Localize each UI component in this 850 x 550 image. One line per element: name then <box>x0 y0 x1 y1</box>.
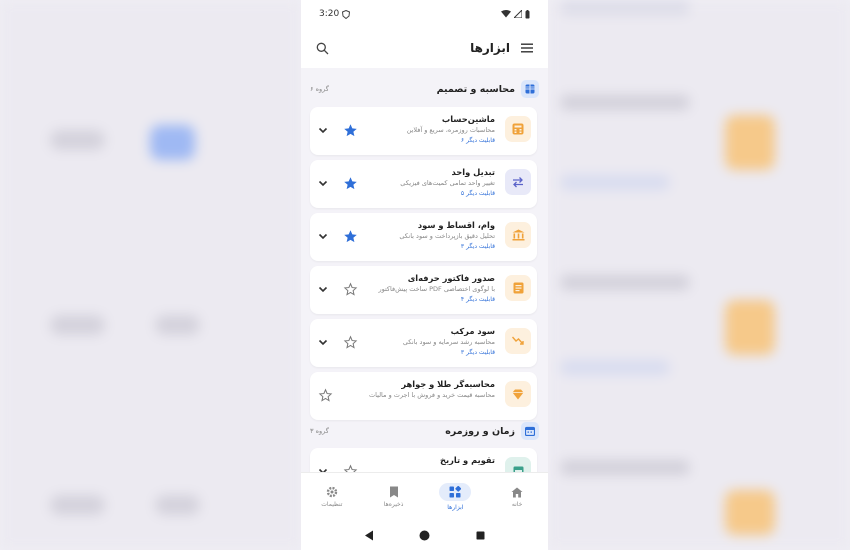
nav-settings[interactable]: تنظیمات <box>307 486 357 508</box>
nav-label: ابزارها <box>447 504 464 511</box>
tool-title: صدور فاکتور حرفه‌ای <box>407 273 495 283</box>
bank-icon <box>505 222 531 248</box>
calculator-icon <box>505 116 531 142</box>
vpn-shield-icon <box>342 9 351 19</box>
back-icon[interactable] <box>364 530 374 541</box>
menu-icon <box>521 43 533 53</box>
tool-card-unit-converter[interactable]: تبدیل واحد تغییر واحد تمامی کمیت‌های فیز… <box>310 160 537 208</box>
section-header-time[interactable]: ۳ گروه زمان و روزمره <box>301 417 548 445</box>
calendar-icon <box>505 457 531 472</box>
menu-button[interactable] <box>518 39 536 57</box>
status-time: 3:20 <box>319 9 340 19</box>
swap-icon <box>505 169 531 195</box>
tool-more: ۴ قابلیت دیگر <box>460 296 495 303</box>
tool-title: وام، اقساط و سود <box>417 220 495 230</box>
tool-description: محاسبه رشد سرمایه و سود بانکی <box>402 338 495 346</box>
tool-title: ماشین‌حساب <box>441 114 495 124</box>
tool-more: ۳ قابلیت دیگر <box>460 349 495 356</box>
tools-list: ۶ گروه محاسبه و تصمیم ماشین‌حساب محاسبات… <box>301 68 548 472</box>
section-title: محاسبه و تصمیم <box>436 83 515 95</box>
signal-icon <box>514 10 522 18</box>
chevron-down-icon[interactable] <box>317 465 329 472</box>
nav-label: ذخیره‌ها <box>383 501 404 508</box>
tool-more: ۶ قابلیت دیگر <box>460 137 495 144</box>
tool-card-invoice[interactable]: صدور فاکتور حرفه‌ای ساخت پیش‌فاکتور PDF … <box>310 266 537 314</box>
phone-screen: 3:20 ابزارها ۶ گروه محاسبه و تصمیم ماشین… <box>301 0 548 550</box>
bookmark-icon <box>389 486 398 498</box>
section-count: ۶ گروه <box>310 85 329 93</box>
tool-title: محاسبه‌گر طلا و جواهر <box>401 379 495 389</box>
tool-title: تبدیل واحد <box>451 167 495 177</box>
page-title: ابزارها <box>470 41 510 55</box>
battery-icon <box>525 9 530 18</box>
system-navigation-bar <box>301 520 548 550</box>
invoice-icon <box>505 275 531 301</box>
tool-card-gold-calculator[interactable]: محاسبه‌گر طلا و جواهر محاسبه قیمت خرید و… <box>310 372 537 420</box>
tool-description: محاسبه قیمت خرید و فروش با اجرت و مالیات <box>369 391 495 399</box>
nav-home[interactable]: خانه <box>492 487 542 508</box>
calendar-icon <box>521 422 539 440</box>
gear-icon <box>326 486 338 498</box>
chevron-down-icon[interactable] <box>317 283 329 295</box>
tool-more: ۳ قابلیت دیگر <box>460 243 495 250</box>
search-icon <box>316 42 328 54</box>
tool-description: محاسبات روزمره، سریع و آفلاین <box>406 126 495 134</box>
widgets-icon <box>449 486 462 498</box>
wifi-icon <box>501 10 511 18</box>
home-circle-icon[interactable] <box>419 530 430 541</box>
tool-card-compound-interest[interactable]: سود مرکب محاسبه رشد سرمایه و سود بانکی ۳… <box>310 319 537 367</box>
search-button[interactable] <box>313 39 331 57</box>
tool-more: ۵ قابلیت دیگر <box>460 190 495 197</box>
section-header-calc[interactable]: ۶ گروه محاسبه و تصمیم <box>301 75 548 103</box>
status-bar: 3:20 <box>301 0 548 28</box>
chevron-down-icon[interactable] <box>317 230 329 242</box>
trend-icon <box>505 328 531 354</box>
tool-card-calendar[interactable]: تقویم و تاریخ <box>310 448 537 472</box>
tool-title: سود مرکب <box>450 326 495 336</box>
home-icon <box>511 487 523 497</box>
nav-tools[interactable]: ابزارها <box>430 483 480 511</box>
chevron-down-icon[interactable] <box>317 336 329 348</box>
nav-saved[interactable]: ذخیره‌ها <box>369 486 419 508</box>
chevron-down-icon[interactable] <box>317 124 329 136</box>
section-title: زمان و روزمره <box>445 425 515 437</box>
bottom-navigation: تنظیمات ذخیره‌ها ابزارها خانه <box>301 472 548 521</box>
app-bar: ابزارها <box>301 28 548 68</box>
tool-description: تغییر واحد تمامی کمیت‌های فیزیکی <box>400 179 495 187</box>
star-outline-icon[interactable] <box>318 388 333 403</box>
diamond-icon <box>505 381 531 407</box>
tool-description: تحلیل دقیق بازپرداخت و سود بانکی <box>399 232 495 240</box>
nav-label: خانه <box>511 500 523 508</box>
tool-description: ساخت پیش‌فاکتور PDF با لوگوی اختصاصی <box>378 285 495 293</box>
tool-title: تقویم و تاریخ <box>440 455 495 465</box>
grid-icon <box>521 80 539 98</box>
tool-card-loan[interactable]: وام، اقساط و سود تحلیل دقیق بازپرداخت و … <box>310 213 537 261</box>
chevron-down-icon[interactable] <box>317 177 329 189</box>
recents-icon[interactable] <box>476 531 485 540</box>
section-count: ۳ گروه <box>310 427 329 435</box>
nav-label: تنظیمات <box>321 501 343 508</box>
tool-card-calculator[interactable]: ماشین‌حساب محاسبات روزمره، سریع و آفلاین… <box>310 107 537 155</box>
